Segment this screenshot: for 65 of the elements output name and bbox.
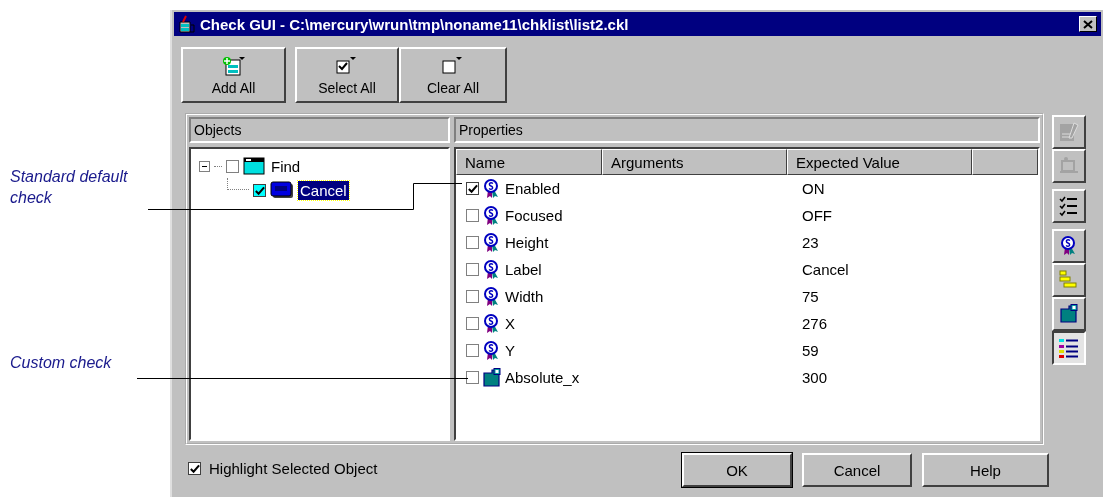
window-icon xyxy=(243,157,265,175)
annotation-label: Standard default check xyxy=(9,167,129,208)
panel-header: Objects xyxy=(189,117,450,143)
column-header[interactable]: Expected Value xyxy=(787,149,972,175)
ribbon-icon xyxy=(483,178,501,199)
checkbox[interactable] xyxy=(466,209,479,222)
collapse-icon[interactable] xyxy=(199,160,210,172)
toolbar-button[interactable] xyxy=(1052,331,1086,365)
expected-value: 276 xyxy=(801,315,829,332)
checkbox[interactable] xyxy=(466,371,479,384)
property-name: Height xyxy=(505,234,549,251)
close-icon xyxy=(1083,19,1093,29)
ribbon-icon xyxy=(483,259,501,280)
property-name: Focused xyxy=(505,207,563,224)
expected-value: OFF xyxy=(801,207,833,224)
toolbar-button[interactable]: Select All xyxy=(295,47,399,103)
checkbox-icon xyxy=(335,56,359,76)
dialog-button[interactable]: Help xyxy=(922,453,1049,487)
property-name: Width xyxy=(505,288,544,305)
property-name: X xyxy=(505,315,515,332)
ribbon-icon xyxy=(483,232,501,253)
ribbon-icon xyxy=(483,286,501,307)
expected-value: 300 xyxy=(801,369,829,386)
expected-value: Cancel xyxy=(801,261,850,278)
checkbox[interactable] xyxy=(466,317,479,330)
checkbox[interactable] xyxy=(466,263,479,276)
tree-checkbox[interactable] xyxy=(253,183,266,197)
toolbar-button[interactable]: Add All xyxy=(181,47,286,103)
ribbon-icon xyxy=(483,205,501,226)
expected-value: 23 xyxy=(801,234,820,251)
panel-header: Properties xyxy=(454,117,1040,143)
tree-item[interactable]: Cancel xyxy=(298,180,349,200)
button-icon xyxy=(270,181,294,199)
ribbon-icon xyxy=(483,340,501,361)
app-icon xyxy=(178,15,196,33)
checkbox[interactable] xyxy=(466,182,479,195)
checkbox[interactable] xyxy=(466,236,479,249)
window-title: Check GUI - C:\mercury\wrun\tmp\noname11\chklist\list2.ckl xyxy=(200,15,630,33)
add-all-icon xyxy=(221,56,246,76)
custom-check-icon xyxy=(483,368,501,387)
list-icon xyxy=(1057,336,1081,360)
property-name: Absolute_x xyxy=(505,369,580,386)
toolbar-button[interactable]: Clear All xyxy=(399,47,507,103)
checkbox-label: Highlight Selected Object xyxy=(209,459,378,477)
dialog-button[interactable]: Cancel xyxy=(802,453,912,487)
tree-item[interactable]: Find xyxy=(269,156,303,176)
empty-checkbox-icon xyxy=(441,56,465,76)
column-header[interactable]: Name xyxy=(456,149,602,175)
column-header[interactable]: Arguments xyxy=(602,149,787,175)
custom-check-icon xyxy=(1057,302,1081,326)
property-name: Enabled xyxy=(505,180,561,197)
checkbox[interactable] xyxy=(188,461,201,475)
expected-value: 75 xyxy=(801,288,820,305)
property-name: Label xyxy=(505,261,542,278)
checkbox[interactable] xyxy=(466,344,479,357)
document-pen-icon xyxy=(1057,120,1081,144)
dialog-button[interactable]: OK xyxy=(682,453,792,487)
ribbon-icon xyxy=(483,313,501,334)
expected-value: ON xyxy=(801,180,826,197)
property-name: Y xyxy=(505,342,515,359)
checkbox[interactable] xyxy=(466,290,479,303)
expected-value: 59 xyxy=(801,342,820,359)
annotation-label: Custom check xyxy=(9,353,113,373)
tree-checkbox[interactable] xyxy=(226,159,239,173)
close-button[interactable] xyxy=(1079,16,1097,32)
